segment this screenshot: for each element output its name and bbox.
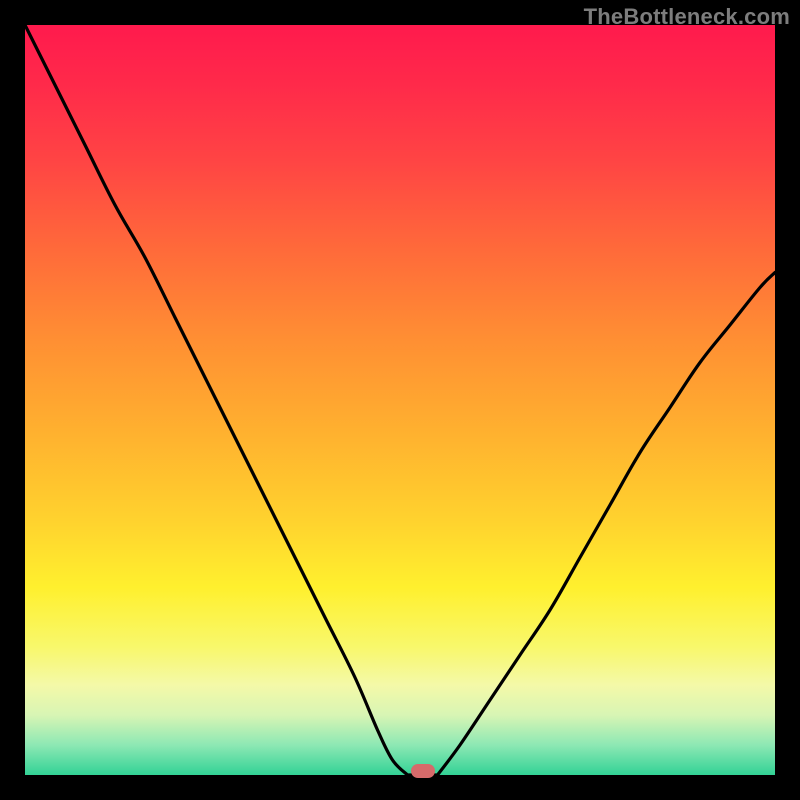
curve-path [25, 25, 775, 775]
bottleneck-curve [25, 25, 775, 775]
watermark-text: TheBottleneck.com [584, 4, 790, 30]
optimum-marker [411, 764, 435, 778]
chart-frame: TheBottleneck.com [0, 0, 800, 800]
plot-area [25, 25, 775, 775]
